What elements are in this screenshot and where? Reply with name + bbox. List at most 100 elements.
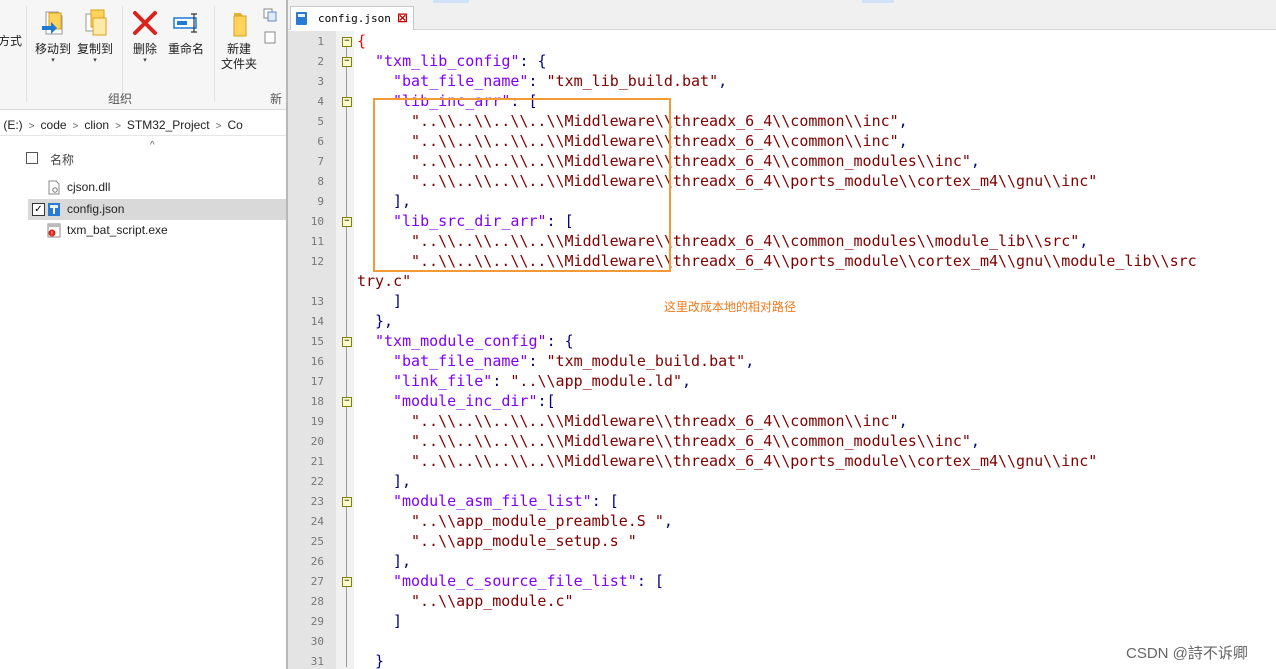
close-icon[interactable]: ⊠	[397, 10, 408, 26]
json-file-icon	[47, 202, 61, 217]
code-token: "..\\..\\..\\..\\Middleware\\threadx_6_4…	[411, 112, 899, 130]
chevron-right-icon: >	[215, 121, 222, 132]
line-number: 3	[317, 75, 324, 88]
code-token: ],	[393, 552, 412, 570]
code-token: ,	[718, 72, 728, 90]
code-line-5: "..\\..\\..\\..\\Middleware\\threadx_6_4…	[411, 111, 908, 131]
breadcrumb-item-project[interactable]: STM32_Project	[127, 114, 210, 135]
code-line-24: "..\\app_module_preamble.S ",	[411, 511, 673, 531]
tab-config-json[interactable]: config.json ⊠	[290, 6, 414, 30]
line-number: 24	[310, 515, 324, 528]
code-token: }	[375, 652, 385, 669]
chevron-down-icon: ▾	[143, 57, 147, 64]
save-state-icon	[296, 12, 307, 25]
rename-icon	[171, 8, 201, 38]
line-number: 28	[310, 595, 324, 608]
file-checkbox-checked[interactable]: ✓	[32, 203, 45, 216]
line-number: 18	[310, 395, 324, 408]
breadcrumb-item-drive[interactable]: 盘 (E:)	[0, 114, 23, 135]
fold-collapse-icon[interactable]: −	[342, 397, 352, 407]
code-token: "..\\..\\..\\..\\Middleware\\threadx_6_4…	[411, 432, 971, 450]
fold-collapse-icon[interactable]: −	[342, 57, 352, 67]
fold-collapse-icon[interactable]: −	[342, 337, 352, 347]
column-header-name[interactable]: 名称	[50, 151, 74, 168]
code-token: :	[528, 72, 547, 90]
breadcrumb-item-current[interactable]: Co	[227, 114, 242, 135]
move-to-label: 移动到	[34, 42, 71, 56]
code-line-25: "..\\app_module_setup.s "	[411, 531, 637, 551]
code-token: "link_file"	[393, 372, 493, 390]
code-line-6: "..\\..\\..\\..\\Middleware\\threadx_6_4…	[411, 131, 908, 151]
code-line-22: ],	[393, 471, 411, 491]
ribbon-cut-shortcut-label[interactable]: 方式	[0, 32, 22, 49]
new-folder-label-2: 文件夹	[220, 57, 257, 71]
new-folder-button[interactable]: 新建 文件夹	[216, 8, 262, 78]
line-number: 2	[317, 55, 324, 68]
breadcrumb: 盘 (E:) > code > clion > STM32_Project > Co	[0, 114, 286, 136]
fold-collapse-icon[interactable]: −	[342, 497, 352, 507]
code-line-21: "..\\..\\..\\..\\Middleware\\threadx_6_4…	[411, 451, 1097, 471]
fold-guide-line	[346, 47, 347, 667]
code-area[interactable]: { "txm_lib_config": { "bat_file_name": "…	[357, 31, 1276, 669]
code-token: "lib_inc_arr"	[393, 92, 511, 110]
ribbon-group-new-label: 新	[270, 92, 283, 106]
paste-shortcut-icon[interactable]	[263, 30, 277, 44]
copy-path-icon[interactable]	[263, 8, 277, 22]
code-token: "txm_module_build.bat"	[546, 352, 746, 370]
line-number: 25	[310, 535, 324, 548]
breadcrumb-item-clion[interactable]: clion	[84, 114, 109, 135]
code-line-12: "..\\..\\..\\..\\Middleware\\threadx_6_4…	[411, 251, 1197, 271]
line-number: 20	[310, 435, 324, 448]
code-token: ],	[393, 192, 412, 210]
code-token: :	[528, 352, 547, 370]
file-row-config-json[interactable]: ✓ config.json	[28, 199, 286, 220]
code-token: : [	[591, 492, 619, 510]
code-token: "..\\..\\..\\..\\Middleware\\threadx_6_4…	[411, 252, 1197, 270]
code-token: "..\\..\\..\\..\\Middleware\\threadx_6_4…	[411, 452, 1098, 470]
code-token: "bat_file_name"	[393, 352, 529, 370]
code-line-2: "txm_lib_config": {	[375, 51, 547, 71]
code-token: : [	[546, 212, 574, 230]
fold-collapse-icon[interactable]: −	[342, 217, 352, 227]
move-to-icon	[38, 8, 68, 38]
fold-collapse-icon[interactable]: −	[342, 37, 352, 47]
copy-to-button[interactable]: 复制到 ▾	[72, 8, 118, 78]
exe-file-icon: !	[47, 223, 61, 238]
move-to-button[interactable]: 移动到 ▾	[30, 8, 76, 78]
code-token: : [	[510, 92, 538, 110]
line-number: 17	[310, 375, 324, 388]
fold-collapse-icon[interactable]: −	[342, 577, 352, 587]
code-line-18: "module_inc_dir":[	[393, 391, 556, 411]
dll-file-icon	[47, 180, 61, 195]
code-token: "..\\app_module.c"	[411, 592, 574, 610]
code-token: ]	[393, 612, 403, 630]
file-row-cjson-dll[interactable]: cjson.dll	[28, 177, 286, 198]
line-number: 31	[310, 655, 324, 668]
code-token: },	[375, 312, 394, 330]
code-line-16: "bat_file_name": "txm_module_build.bat",	[393, 351, 754, 371]
code-token: : [	[636, 572, 664, 590]
code-token: ,	[682, 372, 692, 390]
code-line-8: "..\\..\\..\\..\\Middleware\\threadx_6_4…	[411, 171, 1097, 191]
chevron-right-icon: >	[72, 121, 79, 132]
file-name: txm_bat_script.exe	[67, 223, 168, 237]
code-token: ,	[1079, 232, 1089, 250]
code-token: "txm_lib_build.bat"	[546, 72, 719, 90]
code-line-17: "link_file": "..\\app_module.ld",	[393, 371, 691, 391]
line-number: 30	[310, 635, 324, 648]
code-token: : {	[546, 332, 574, 350]
select-all-checkbox[interactable]	[26, 152, 38, 164]
line-number: 12	[310, 255, 324, 268]
line-number: 5	[317, 115, 324, 128]
code-token: ,	[898, 132, 908, 150]
code-line-3: "bat_file_name": "txm_lib_build.bat",	[393, 71, 727, 91]
fold-collapse-icon[interactable]: −	[342, 97, 352, 107]
delete-button[interactable]: 删除 ▾	[122, 8, 168, 78]
rename-button[interactable]: 重命名	[163, 8, 209, 78]
code-token: "..\\app_module_preamble.S "	[411, 512, 664, 530]
breadcrumb-item-code[interactable]: code	[41, 114, 67, 135]
line-number: 15	[310, 335, 324, 348]
line-number: 23	[310, 495, 324, 508]
code-line-10: "lib_src_dir_arr": [	[393, 211, 574, 231]
file-row-txm-bat-script-exe[interactable]: ! txm_bat_script.exe	[28, 220, 286, 241]
